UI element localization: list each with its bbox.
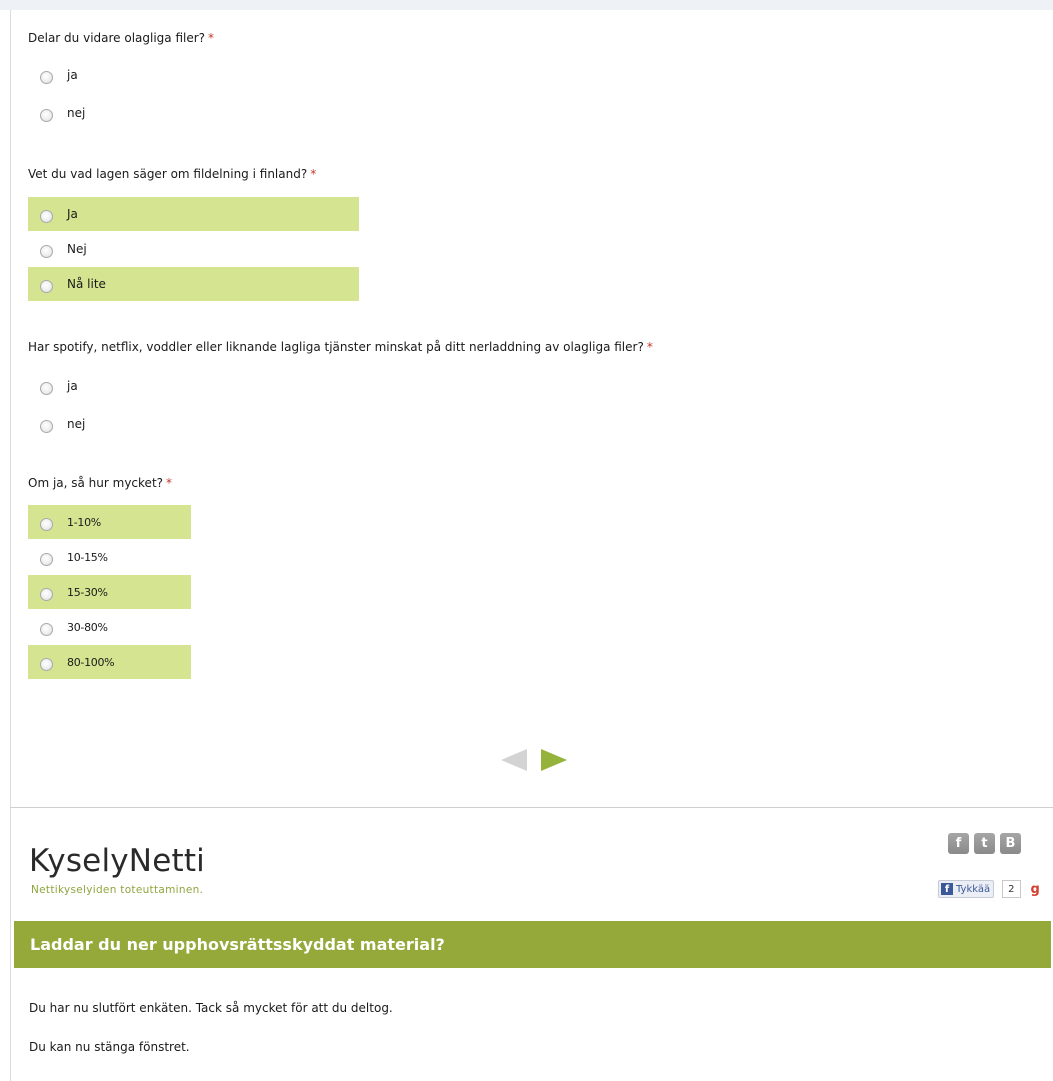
required-marker: *	[166, 476, 173, 490]
question-2-label: Vet du vad lagen säger om fildelning i f…	[28, 167, 308, 181]
page-navigation	[501, 749, 567, 771]
question-2-text: Vet du vad lagen säger om fildelning i f…	[28, 167, 316, 181]
like-count: 2	[1002, 880, 1021, 898]
required-marker: *	[310, 167, 317, 181]
option-q1-nej[interactable]: nej	[28, 96, 359, 130]
radio-button[interactable]	[40, 658, 53, 671]
survey-title-bar: Laddar du ner upphovsrättsskyddat materi…	[14, 921, 1051, 968]
option-q2-nej[interactable]: Nej	[28, 232, 359, 266]
blogger-icon[interactable]: B	[1000, 833, 1021, 854]
radio-button[interactable]	[40, 71, 53, 84]
radio-button[interactable]	[40, 588, 53, 601]
option-label: Ja	[67, 207, 78, 221]
question-4-label: Om ja, så hur mycket?	[28, 476, 164, 490]
radio-button[interactable]	[40, 518, 53, 531]
question-1-text: Delar du vidare olagliga filer? *	[28, 31, 214, 45]
radio-button[interactable]	[40, 245, 53, 258]
question-1-label: Delar du vidare olagliga filer?	[28, 31, 206, 45]
option-q2-ja[interactable]: Ja	[28, 197, 359, 231]
option-label: Nej	[67, 242, 87, 256]
option-label: 10-15%	[67, 550, 108, 564]
option-q3-nej[interactable]: nej	[28, 407, 359, 441]
question-3-label: Har spotify, netflix, voddler eller likn…	[28, 340, 644, 354]
brand-tagline: Nettikyselyiden toteuttaminen.	[31, 884, 204, 896]
survey-title: Laddar du ner upphovsrättsskyddat materi…	[30, 935, 445, 954]
facebook-icon[interactable]: f	[948, 833, 969, 854]
top-strip	[0, 0, 1053, 10]
option-q4-30-80[interactable]: 30-80%	[28, 610, 191, 644]
radio-button[interactable]	[40, 210, 53, 223]
google-plus-icon[interactable]: g	[1031, 882, 1040, 897]
option-label: ja	[67, 68, 78, 82]
close-window-message: Du kan nu stänga fönstret.	[29, 1040, 190, 1054]
radio-button[interactable]	[40, 382, 53, 395]
next-arrow-icon[interactable]	[541, 749, 567, 771]
radio-button[interactable]	[40, 280, 53, 293]
twitter-icon[interactable]: t	[974, 833, 995, 854]
like-label: Tykkää	[956, 883, 991, 895]
option-label: 30-80%	[67, 620, 108, 634]
question-4-text: Om ja, så hur mycket? *	[28, 476, 172, 490]
completed-message: Du har nu slutfört enkäten. Tack så myck…	[29, 1001, 393, 1015]
social-share-buttons: f t B	[948, 833, 1021, 854]
option-label: 15-30%	[67, 585, 108, 599]
radio-button[interactable]	[40, 420, 53, 433]
option-q4-80-100[interactable]: 80-100%	[28, 645, 191, 679]
brand-logo[interactable]: KyselyNetti	[29, 843, 205, 879]
option-q4-10-15[interactable]: 10-15%	[28, 540, 191, 574]
option-q1-ja[interactable]: ja	[28, 58, 359, 92]
required-marker: *	[208, 31, 215, 45]
completion-panel: KyselyNetti Nettikyselyiden toteuttamine…	[10, 808, 1053, 1081]
option-label: 1-10%	[67, 515, 101, 529]
radio-button[interactable]	[40, 109, 53, 122]
previous-arrow-icon[interactable]	[501, 749, 527, 771]
facebook-f-icon: f	[941, 883, 953, 895]
option-label: nej	[67, 417, 86, 431]
radio-button[interactable]	[40, 553, 53, 566]
option-q4-1-10[interactable]: 1-10%	[28, 505, 191, 539]
option-q3-ja[interactable]: ja	[28, 369, 359, 403]
option-label: Nå lite	[67, 277, 106, 291]
option-q2-na-lite[interactable]: Nå lite	[28, 267, 359, 301]
option-label: nej	[67, 106, 86, 120]
facebook-like-widget: f Tykkää 2 g	[938, 880, 1040, 898]
like-button[interactable]: f Tykkää	[938, 880, 995, 898]
option-label: 80-100%	[67, 655, 115, 669]
option-label: ja	[67, 379, 78, 393]
required-marker: *	[646, 340, 653, 354]
option-q4-15-30[interactable]: 15-30%	[28, 575, 191, 609]
question-3-text: Har spotify, netflix, voddler eller likn…	[28, 340, 653, 354]
survey-questions-panel: Delar du vidare olagliga filer? * ja nej …	[10, 10, 1053, 808]
radio-button[interactable]	[40, 623, 53, 636]
